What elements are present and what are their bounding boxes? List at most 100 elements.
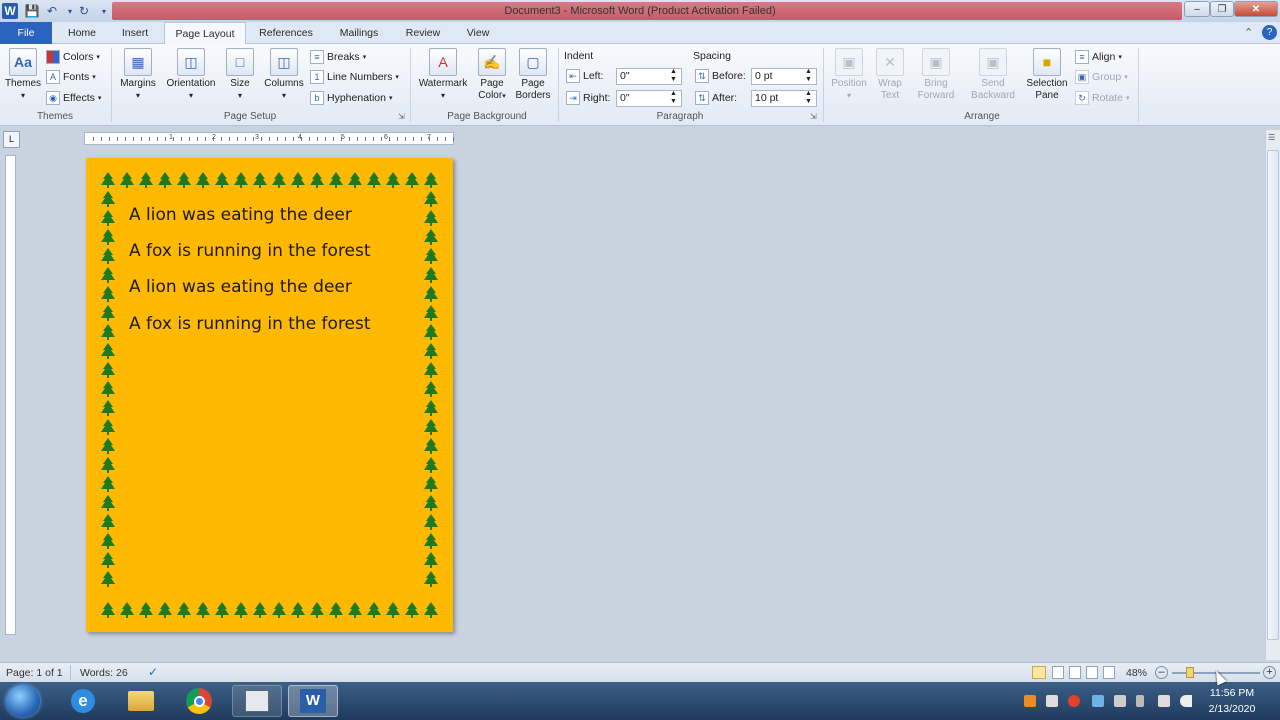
columns-button[interactable]: ◫ Columns ▾	[260, 48, 308, 102]
tree-border-shape	[424, 248, 438, 264]
tree-border-shape	[101, 210, 115, 226]
tray-app-icon[interactable]	[1024, 695, 1036, 707]
close-button[interactable]: ✕	[1234, 1, 1278, 17]
ruler-tick	[165, 137, 166, 141]
selection-pane-button[interactable]: ■ Selection Pane	[1022, 48, 1072, 102]
fonts-button[interactable]: A Fonts ▾	[46, 69, 96, 85]
file-explorer-icon[interactable]	[116, 685, 166, 717]
minimize-button[interactable]: –	[1184, 1, 1210, 17]
spacing-heading: Spacing	[693, 50, 731, 62]
network-icon[interactable]	[1158, 695, 1170, 707]
align-button[interactable]: ≡ Align ▾	[1075, 49, 1122, 65]
breaks-button[interactable]: ≡ Breaks ▾	[310, 49, 366, 65]
tree-border-shape	[158, 602, 172, 618]
tray-app-icon[interactable]	[1046, 695, 1058, 707]
watermark-icon: A	[429, 48, 457, 76]
hyphenation-button[interactable]: b Hyphenation ▾	[310, 90, 392, 106]
page-color-button[interactable]: ✍ Page Color▾	[472, 48, 512, 103]
page-borders-button[interactable]: ▢ Page Borders	[512, 48, 554, 102]
clock-date[interactable]: 2/13/2020	[1204, 703, 1260, 715]
themes-button[interactable]: Aa Themes ▾	[4, 48, 42, 102]
tab-references[interactable]: References	[252, 22, 320, 44]
vertical-scrollbar[interactable]: ☰	[1265, 130, 1280, 660]
tab-mailings[interactable]: Mailings	[330, 22, 388, 44]
tree-border-shape	[386, 172, 400, 188]
tree-border-shape	[101, 229, 115, 245]
dialog-launcher-icon[interactable]: ⇲	[398, 112, 405, 121]
web-layout-icon[interactable]	[1069, 666, 1081, 679]
art-page-border	[101, 172, 438, 618]
zoom-level[interactable]: 48%	[1126, 667, 1147, 679]
line-numbers-button[interactable]: 1 Line Numbers ▾	[310, 69, 399, 85]
tab-home[interactable]: Home	[58, 22, 106, 44]
vertical-ruler[interactable]	[5, 155, 16, 635]
restore-button[interactable]: ❐	[1210, 1, 1234, 17]
document-line[interactable]: A lion was eating the deer	[129, 205, 352, 225]
group-button[interactable]: ▣ Group ▾	[1075, 69, 1128, 85]
tab-review[interactable]: Review	[398, 22, 448, 44]
ruler-tick	[397, 137, 398, 141]
battery-icon[interactable]	[1136, 695, 1144, 707]
wrap-text-button[interactable]: ✕ Wrap Text	[872, 48, 908, 102]
document-page[interactable]: A lion was eating the deer A fox is runn…	[86, 158, 453, 632]
margins-button[interactable]: ▦ Margins ▾	[116, 48, 160, 102]
full-screen-reading-icon[interactable]	[1052, 666, 1064, 679]
zoom-in-icon[interactable]: +	[1263, 666, 1276, 679]
internet-explorer-icon[interactable]: e	[58, 685, 108, 717]
margins-label: Margins	[120, 78, 156, 89]
tab-insert[interactable]: Insert	[112, 22, 158, 44]
document-line[interactable]: A lion was eating the deer	[129, 277, 352, 297]
bring-forward-button[interactable]: ▣ Bring Forward	[910, 48, 962, 102]
ruler-tick	[253, 137, 254, 141]
group-separator	[111, 48, 112, 122]
chrome-icon[interactable]	[174, 685, 224, 717]
spinner-arrows-icon[interactable]: ▲ ▼	[805, 90, 812, 106]
ruler-toggle-icon[interactable]: ☰	[1268, 133, 1275, 142]
tree-border-shape	[405, 172, 419, 188]
document-line[interactable]: A fox is running in the forest	[129, 314, 371, 334]
print-layout-icon[interactable]	[1032, 666, 1046, 679]
page-size-icon: □	[226, 48, 254, 76]
horizontal-ruler[interactable]: 1 2 3 4 5 6 7	[84, 132, 454, 145]
tab-file[interactable]: File	[0, 22, 52, 44]
hyphenation-icon: b	[310, 91, 324, 105]
word-taskbar-icon[interactable]: W	[288, 685, 338, 717]
spinner-arrows-icon[interactable]: ▲ ▼	[670, 68, 677, 84]
outline-icon[interactable]	[1086, 666, 1098, 679]
line-numbers-label: Line Numbers	[327, 71, 393, 83]
scroll-thumb[interactable]	[1267, 150, 1279, 640]
tab-view[interactable]: View	[456, 22, 500, 44]
page-count[interactable]: Page: 1 of 1	[6, 667, 63, 679]
document-line[interactable]: A fox is running in the forest	[129, 241, 371, 261]
action-center-icon[interactable]	[1114, 695, 1126, 707]
effects-button[interactable]: ◉ Effects ▾	[46, 90, 101, 106]
colors-button[interactable]: Colors ▾	[46, 49, 100, 65]
tray-app-icon[interactable]	[1092, 695, 1104, 707]
rotate-button[interactable]: ↻ Rotate ▾	[1075, 90, 1129, 106]
tray-app-icon[interactable]	[1068, 695, 1080, 707]
size-button[interactable]: □ Size ▾	[224, 48, 256, 102]
zoom-out-icon[interactable]: –	[1155, 666, 1168, 679]
dialog-launcher-icon[interactable]: ⇲	[810, 112, 817, 121]
position-button[interactable]: ▣ Position ▾	[826, 48, 872, 102]
proofing-icon[interactable]: ✓	[148, 665, 158, 679]
spinner-arrows-icon[interactable]: ▲ ▼	[670, 90, 677, 106]
volume-icon[interactable]	[1180, 695, 1192, 707]
zoom-slider-thumb[interactable]	[1186, 667, 1194, 678]
tab-page-layout[interactable]: Page Layout	[164, 22, 246, 45]
tree-border-shape	[272, 602, 286, 618]
orientation-button[interactable]: ◫ Orientation ▾	[162, 48, 220, 102]
minimize-ribbon-icon[interactable]: ⌃	[1244, 26, 1253, 39]
start-button[interactable]	[6, 685, 40, 717]
spinner-arrows-icon[interactable]: ▲ ▼	[805, 68, 812, 84]
tab-selector[interactable]: L	[3, 131, 20, 148]
help-icon[interactable]: ?	[1262, 25, 1277, 40]
draft-icon[interactable]	[1103, 666, 1115, 679]
watermark-button[interactable]: A Watermark ▾	[414, 48, 472, 102]
ruler-tick	[141, 137, 142, 141]
columns-icon: ◫	[270, 48, 298, 76]
send-backward-button[interactable]: ▣ Send Backward	[964, 48, 1022, 102]
taskbar-app-window-icon[interactable]	[232, 685, 282, 717]
clock-time[interactable]: 11:56 PM	[1204, 687, 1260, 699]
word-count[interactable]: Words: 26	[80, 667, 128, 679]
